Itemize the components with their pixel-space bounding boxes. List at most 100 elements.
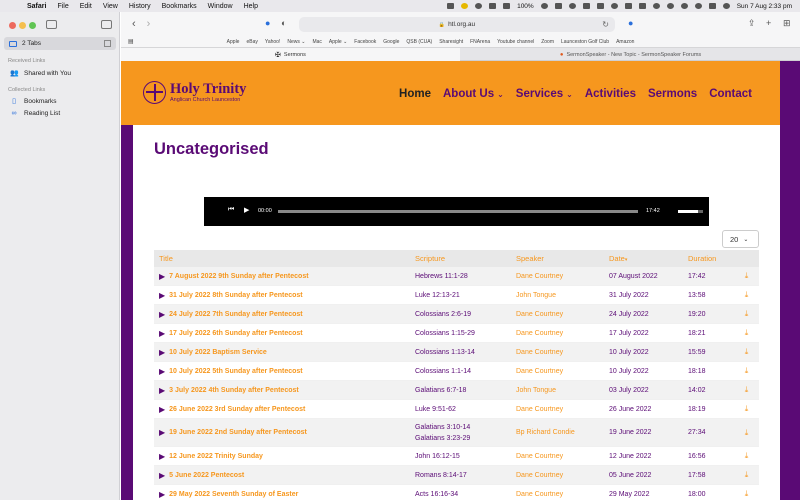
bookmark-link[interactable]: Launceston Golf Club (561, 39, 609, 45)
sermon-title-cell[interactable]: ▶ 5 June 2022 Pentecost (154, 471, 415, 480)
header-duration[interactable]: Duration (688, 254, 734, 263)
minimize-window-button[interactable] (19, 22, 26, 29)
play-icon[interactable]: ▶ (159, 386, 165, 395)
play-icon[interactable]: ▶ (159, 367, 165, 376)
download-icon[interactable]: ⤓ (734, 271, 759, 281)
sidebar-item-reading-list[interactable]: ∞ Reading List (10, 110, 61, 117)
speaker-link[interactable]: Dane Courtney (516, 330, 609, 337)
bookmark-folder[interactable]: Apple ⌄ (329, 39, 347, 45)
address-bar[interactable]: 🔒 htl.org.au ↻ (299, 17, 615, 32)
sidebar-item-shared[interactable]: 👥 Shared with You (10, 69, 71, 78)
header-title[interactable]: Title (154, 254, 415, 263)
sermon-title-cell[interactable]: ▶ 26 June 2022 3rd Sunday after Pentecost (154, 405, 415, 414)
download-icon[interactable]: ⤓ (734, 328, 759, 338)
sermon-title-cell[interactable]: ▶ 10 July 2022 5th Sunday after Pentecost (154, 367, 415, 376)
chart-icon[interactable] (596, 3, 604, 9)
sermon-title[interactable]: 12 June 2022 Trinity Sunday (169, 453, 263, 460)
menu-bookmarks[interactable]: Bookmarks (162, 3, 197, 10)
speaker-link[interactable]: Dane Courtney (516, 472, 609, 479)
tab-overview-icon[interactable]: ⊞ (783, 18, 791, 29)
sermon-title[interactable]: 19 June 2022 2nd Sunday after Pentecost (169, 429, 307, 436)
zoom-window-button[interactable] (29, 22, 36, 29)
scripture-link[interactable]: Acts 16:16-34 (415, 491, 458, 498)
download-icon[interactable]: ⤓ (734, 451, 759, 461)
bookmark-link[interactable]: Google (383, 39, 399, 45)
download-icon[interactable]: ⤓ (734, 347, 759, 357)
scripture-link[interactable]: Galatians 6:7-18 (415, 387, 466, 394)
speaker-link[interactable]: John Tongue (516, 387, 609, 394)
scripture-link[interactable]: Colossians 1:1-14 (415, 368, 471, 375)
sermon-title-cell[interactable]: ▶ 31 July 2022 8th Sunday after Pentecost (154, 291, 415, 300)
menu-history[interactable]: History (129, 3, 151, 10)
header-speaker[interactable]: Speaker (516, 254, 609, 263)
sermon-title[interactable]: 17 July 2022 6th Sunday after Pentecost (169, 330, 302, 337)
sermon-title[interactable]: 5 June 2022 Pentecost (169, 472, 244, 479)
siri-icon[interactable] (722, 3, 730, 9)
time-machine-icon[interactable] (666, 3, 674, 9)
speaker-link[interactable]: Dane Courtney (516, 453, 609, 460)
download-icon[interactable]: ⤓ (734, 385, 759, 395)
reload-icon[interactable]: ↻ (602, 20, 609, 29)
cloud-icon[interactable] (554, 3, 562, 9)
scripture-link[interactable]: Romans 8:14-17 (415, 472, 467, 479)
play-icon[interactable]: ▶ (159, 272, 165, 281)
menu-safari[interactable]: Safari (27, 3, 46, 10)
nav-contact[interactable]: Contact (709, 88, 752, 100)
notes-icon[interactable] (461, 3, 469, 9)
scripture-link[interactable]: Galatians 3:23-29 (415, 435, 470, 442)
sermon-title[interactable]: 29 May 2022 Seventh Sunday of Easter (169, 491, 298, 498)
download-icon[interactable]: ⤓ (734, 309, 759, 319)
sermon-title[interactable]: 26 June 2022 3rd Sunday after Pentecost (169, 406, 305, 413)
play-icon[interactable]: ▶ (159, 291, 165, 300)
bookmark-link[interactable]: QSB (CUA) (406, 39, 432, 45)
sermon-title-cell[interactable]: ▶ 10 July 2022 Baptism Service (154, 348, 415, 357)
sermon-title-cell[interactable]: ▶ 24 July 2022 7th Sunday after Pentecost (154, 310, 415, 319)
tab-sermonspeaker-forum[interactable]: ● SermonSpeaker - New Topic - SermonSpea… (461, 48, 800, 61)
nav-services[interactable]: Services ⌄ (516, 88, 573, 100)
sidebar-toggle-icon[interactable] (46, 20, 57, 29)
speaker-link[interactable]: Dane Courtney (516, 273, 609, 280)
sermon-title[interactable]: 10 July 2022 5th Sunday after Pentecost (169, 368, 302, 375)
sermon-title[interactable]: 31 July 2022 8th Sunday after Pentecost (169, 292, 302, 299)
speaker-link[interactable]: Dane Courtney (516, 491, 609, 498)
download-icon[interactable]: ⤓ (734, 470, 759, 480)
menu-window[interactable]: Window (208, 3, 233, 10)
close-window-button[interactable] (9, 22, 16, 29)
seek-bar[interactable] (278, 210, 638, 213)
sermon-title[interactable]: 24 July 2022 7th Sunday after Pentecost (169, 311, 302, 318)
bookmark-link[interactable]: FNArena (470, 39, 490, 45)
share-icon[interactable]: ⇪ (748, 18, 756, 29)
download-icon[interactable]: ⤓ (734, 428, 759, 438)
play-icon[interactable]: ▶ (159, 452, 165, 461)
back-icon[interactable]: ‹ (132, 18, 136, 30)
speaker-link[interactable]: Dane Courtney (516, 349, 609, 356)
bookmark-folder[interactable]: News ⌄ (287, 39, 305, 45)
scripture-link[interactable]: Hebrews 11:1-28 (415, 273, 468, 280)
nav-sermons[interactable]: Sermons (648, 88, 697, 100)
per-page-select[interactable]: 20 ⌄ (722, 230, 759, 248)
bookmark-link[interactable]: Yahoo! (265, 39, 280, 45)
shield-icon[interactable]: ◐ (281, 18, 286, 28)
battery-icon[interactable] (503, 3, 511, 9)
bookmark-link[interactable]: Zoom (541, 39, 554, 45)
clock[interactable]: Sun 7 Aug 2:33 pm (737, 3, 792, 10)
sermon-title[interactable]: 10 July 2022 Baptism Service (169, 349, 267, 356)
bookmark-link[interactable]: eBay (246, 39, 257, 45)
menu-view[interactable]: View (103, 3, 118, 10)
play-icon[interactable]: ▶ (159, 490, 165, 499)
volume-icon[interactable] (624, 3, 632, 9)
dropbox-icon[interactable] (447, 3, 455, 9)
bookmark-link[interactable]: Youtube channel (497, 39, 534, 45)
control-center-icon[interactable] (708, 3, 716, 9)
bookmark-link[interactable]: Facebook (354, 39, 376, 45)
download-icon[interactable]: ⤓ (734, 404, 759, 414)
previous-icon[interactable]: ⏮ (228, 206, 234, 214)
bookmark-link[interactable]: Apple (227, 39, 240, 45)
play-icon[interactable]: ▶ (159, 405, 165, 414)
new-tab-group-icon[interactable] (101, 20, 112, 29)
new-tab-icon[interactable]: + (766, 18, 771, 28)
play-icon[interactable]: ▶ (244, 206, 249, 214)
spotlight-icon[interactable] (694, 3, 702, 9)
scripture-link[interactable]: Luke 12:13-21 (415, 292, 460, 299)
play-icon[interactable]: ▶ (159, 428, 165, 437)
